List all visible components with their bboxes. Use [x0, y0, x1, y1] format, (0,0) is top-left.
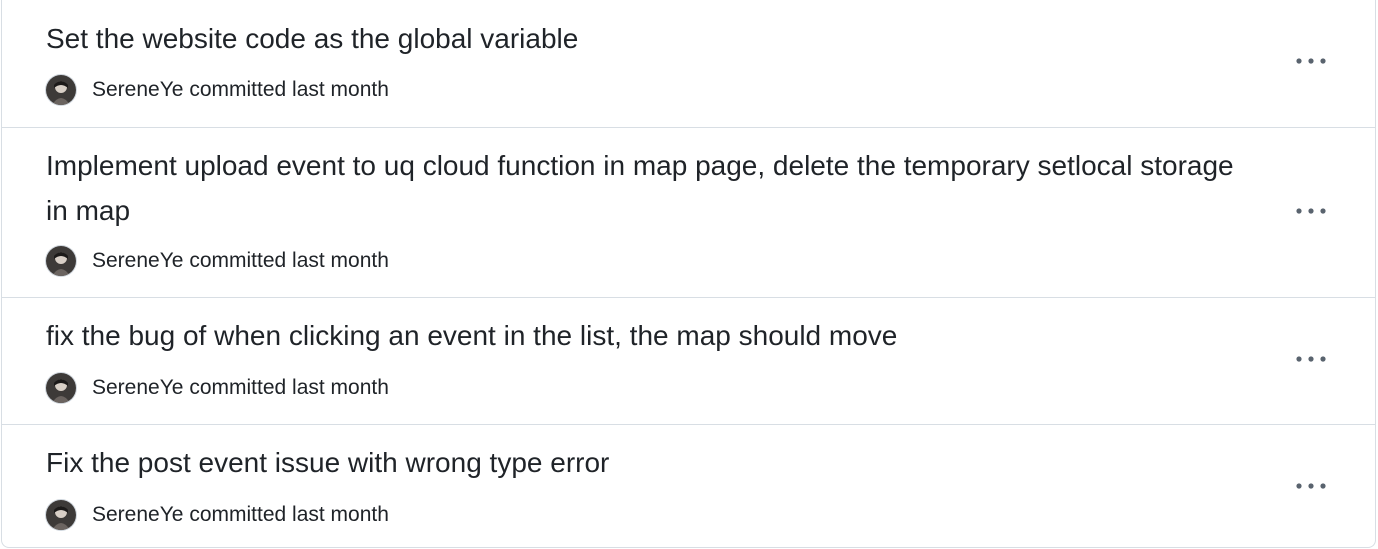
commit-time: last month	[292, 249, 389, 272]
commit-time: last month	[292, 78, 389, 101]
more-options-button[interactable]	[1291, 344, 1331, 374]
author-avatar[interactable]	[46, 246, 76, 276]
commit-meta: SereneYe committed last month	[46, 74, 389, 106]
more-options-button[interactable]	[1291, 471, 1331, 501]
commit-row: Set the website code as the global varia…	[2, 0, 1375, 127]
commit-row: fix the bug of when clicking an event in…	[2, 297, 1375, 424]
commit-meta: SereneYe committed last month	[46, 372, 389, 404]
commit-title-link[interactable]: Set the website code as the global varia…	[46, 16, 1256, 61]
author-name[interactable]: SereneYe	[92, 78, 183, 101]
kebab-horizontal-icon	[1296, 483, 1326, 489]
commit-action: committed	[189, 503, 287, 526]
commit-action: committed	[189, 376, 287, 399]
commit-time: last month	[292, 503, 389, 526]
commit-action: committed	[189, 78, 287, 101]
author-avatar[interactable]	[46, 373, 76, 403]
commit-title-link[interactable]: fix the bug of when clicking an event in…	[46, 313, 1256, 358]
commit-title-link[interactable]: Implement upload event to uq cloud funct…	[46, 143, 1256, 233]
commit-meta: SereneYe committed last month	[46, 499, 389, 531]
commit-row: Implement upload event to uq cloud funct…	[2, 127, 1375, 297]
commit-list: Set the website code as the global varia…	[1, 0, 1376, 548]
author-name[interactable]: SereneYe	[92, 376, 183, 399]
more-options-button[interactable]	[1291, 196, 1331, 226]
commit-author-line: SereneYe committed last month	[92, 78, 389, 102]
commit-row: Fix the post event issue with wrong type…	[2, 424, 1375, 548]
author-avatar[interactable]	[46, 500, 76, 530]
more-options-button[interactable]	[1291, 46, 1331, 76]
commit-author-line: SereneYe committed last month	[92, 249, 389, 273]
commit-title-link[interactable]: Fix the post event issue with wrong type…	[46, 440, 1256, 485]
commit-author-line: SereneYe committed last month	[92, 503, 389, 527]
kebab-horizontal-icon	[1296, 208, 1326, 214]
author-name[interactable]: SereneYe	[92, 249, 183, 272]
commit-meta: SereneYe committed last month	[46, 245, 389, 277]
kebab-horizontal-icon	[1296, 58, 1326, 64]
author-name[interactable]: SereneYe	[92, 503, 183, 526]
commit-time: last month	[292, 376, 389, 399]
commit-author-line: SereneYe committed last month	[92, 376, 389, 400]
author-avatar[interactable]	[46, 75, 76, 105]
commit-action: committed	[189, 249, 287, 272]
kebab-horizontal-icon	[1296, 356, 1326, 362]
